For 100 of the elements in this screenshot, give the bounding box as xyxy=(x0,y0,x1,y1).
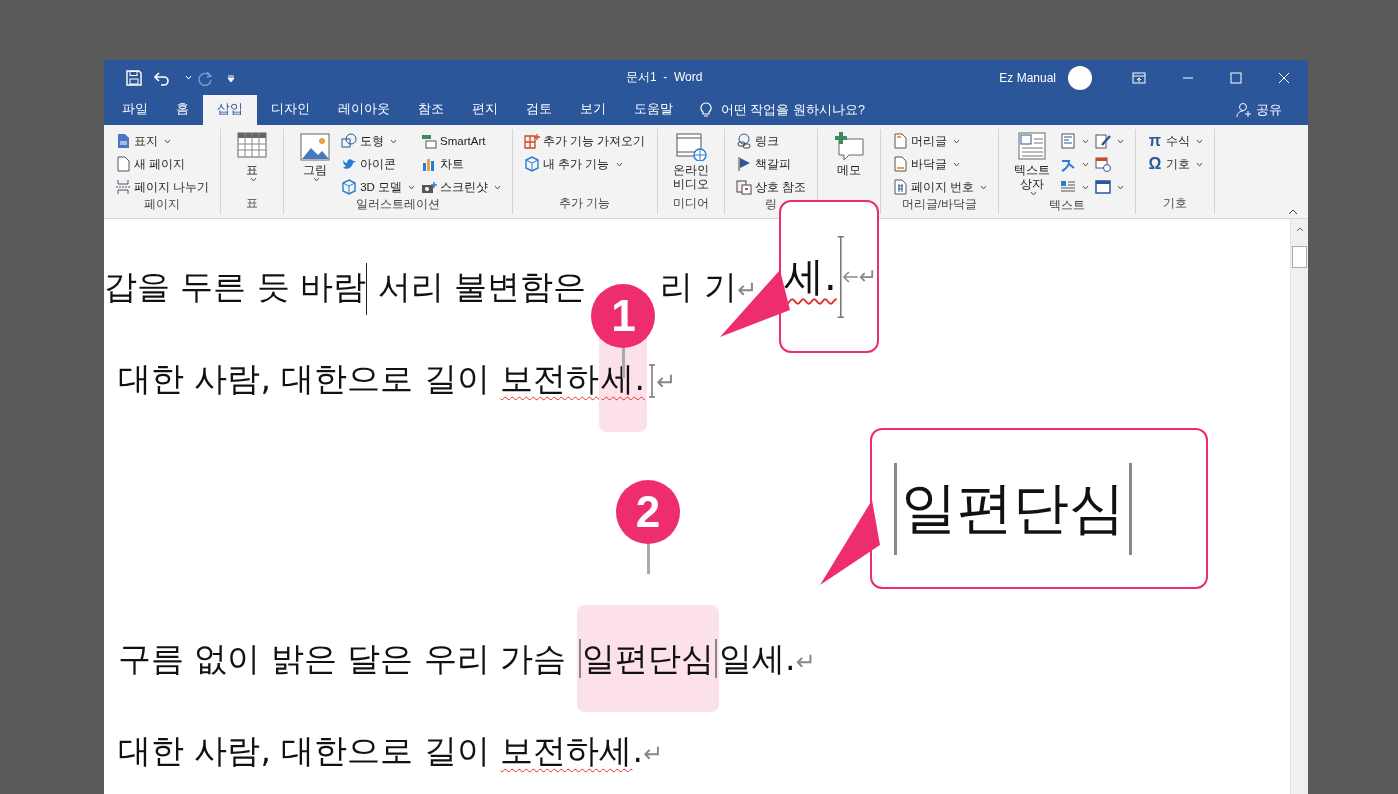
ribbon-button[interactable]: 페이지 나누기 xyxy=(115,177,210,197)
person-plus-icon xyxy=(1236,102,1252,118)
page-icon xyxy=(115,133,131,149)
ribbon-button[interactable]: 내 추가 기능 xyxy=(524,154,646,174)
smartart-icon xyxy=(421,133,438,149)
body-text: . xyxy=(632,731,643,770)
window-icon xyxy=(1094,179,1111,195)
ribbon-button[interactable] xyxy=(1094,131,1124,151)
caret-icon xyxy=(1195,138,1203,144)
ribbon-tab[interactable]: 디자인 xyxy=(257,95,324,125)
group-label: 기호 xyxy=(1161,196,1188,211)
ribbon-button[interactable]: 온라인 비디오 xyxy=(668,129,713,196)
group-label: 표 xyxy=(245,196,260,211)
leader-line xyxy=(646,544,650,574)
ribbon-button[interactable]: 머리글 xyxy=(891,131,987,151)
group-label: 추가 기능 xyxy=(558,196,612,211)
caret-icon xyxy=(164,138,171,144)
text-box-icon xyxy=(1015,131,1048,161)
ribbon-button[interactable] xyxy=(1094,177,1124,197)
ribbon-button[interactable]: 텍스트 상자 xyxy=(1009,129,1054,198)
scroll-bar[interactable] xyxy=(1290,219,1308,794)
ribbon-tab[interactable]: 참조 xyxy=(404,95,458,125)
ribbon-button[interactable]: 추가 기능 가져오기 xyxy=(524,131,646,151)
ribbon-tab[interactable]: 도움말 xyxy=(620,95,687,125)
share-button[interactable]: 공유 xyxy=(1236,95,1282,125)
body-text: 대한 사람, 대한으로 길이 xyxy=(118,731,491,770)
grid-plus-icon xyxy=(524,133,541,149)
ribbon-tab[interactable]: 레이아웃 xyxy=(324,95,404,125)
maximize-icon xyxy=(1230,71,1242,84)
body-text: 보전하세 xyxy=(500,731,633,770)
caret-icon xyxy=(185,75,192,80)
ribbon-button[interactable]: 책갈피 xyxy=(735,154,806,174)
collapse-icon xyxy=(1288,209,1298,215)
header-icon xyxy=(891,133,908,149)
avatar[interactable] xyxy=(1068,65,1092,90)
ribbon-button[interactable]: 바닥글 xyxy=(891,154,987,174)
ribbon-button[interactable]: 새 페이지 xyxy=(115,154,210,174)
ribbon-button[interactable]: π 수식 xyxy=(1146,131,1203,151)
flag-icon xyxy=(735,156,752,172)
ribbon-button[interactable]: 메모 xyxy=(828,129,869,196)
table-icon xyxy=(236,131,269,161)
ribbon-button[interactable]: 링크 xyxy=(735,131,806,151)
shapes-icon xyxy=(341,133,358,149)
body-text: 서리 불변함은 xyxy=(376,267,587,306)
paragraph-mark: ↵ xyxy=(858,263,877,290)
ribbon-button[interactable]: Ω 기호 xyxy=(1146,154,1203,174)
customize-icon xyxy=(226,72,236,83)
body-text: 갑을 두른 듯 바람 xyxy=(104,267,367,306)
ribbon-button[interactable]: 스크린샷 xyxy=(421,177,502,197)
picture-icon xyxy=(299,131,332,161)
caret-icon xyxy=(952,138,960,144)
scroll-thumb[interactable] xyxy=(1292,246,1307,268)
magnified-text: 세. xyxy=(784,252,837,301)
window-title: 문서1 - Word xyxy=(626,69,704,86)
ribbon-tab[interactable]: 보기 xyxy=(566,95,620,125)
ribbon-tab[interactable]: 홈 xyxy=(162,95,203,125)
ribbon-button[interactable]: 표 xyxy=(232,129,273,196)
group-label: 텍스트 xyxy=(1047,198,1086,213)
caret-icon xyxy=(408,184,416,190)
ribbon-tab[interactable]: 검토 xyxy=(512,95,566,125)
ribbon-button[interactable]: 페이지 번호 xyxy=(891,177,987,197)
caret-icon xyxy=(1081,184,1089,190)
ribbon-button[interactable]: 도형 xyxy=(341,131,416,151)
ribbon-button[interactable]: 아이콘 xyxy=(341,154,416,174)
ribbon-tab[interactable]: 삽입 xyxy=(203,95,257,125)
scroll-up-icon xyxy=(1295,227,1304,232)
magnified-text: 일편단심 xyxy=(894,462,1132,555)
caret-icon xyxy=(494,184,502,190)
ribbon-button[interactable]: SmartArt xyxy=(421,131,502,151)
paragraph-mark: ↵ xyxy=(642,740,664,768)
ribbon-button[interactable]: 표지 xyxy=(115,131,210,151)
body-text: 대한 사람, 대한으로 길이 xyxy=(118,359,491,398)
bird-icon xyxy=(341,156,358,172)
cube-icon xyxy=(341,179,358,195)
caret-icon xyxy=(390,138,398,144)
drop-cap-icon xyxy=(1059,179,1076,195)
caret-icon xyxy=(615,161,623,167)
ribbon-tab[interactable]: 파일 xyxy=(104,95,162,125)
camera-icon xyxy=(421,179,438,195)
caret-icon xyxy=(1081,138,1089,144)
page-break-icon xyxy=(115,179,131,195)
caret-icon xyxy=(1116,138,1124,144)
body-text: 보전하 xyxy=(500,359,600,398)
calendar-clock-icon xyxy=(1094,156,1111,172)
paragraph-mark: ↵ xyxy=(736,276,758,304)
caret-icon xyxy=(1116,184,1124,190)
page-icon xyxy=(115,156,131,172)
ribbon-tab[interactable]: 편지 xyxy=(458,95,512,125)
caret-icon xyxy=(979,184,987,190)
ribbon-button[interactable]: 3D 모델 xyxy=(341,177,416,197)
close-icon xyxy=(1278,71,1290,84)
ribbon-button[interactable]: 상호 참조 xyxy=(735,177,806,197)
lightbulb-icon xyxy=(699,102,713,118)
caret-icon xyxy=(1081,161,1089,167)
tell-me-field[interactable]: 어떤 작업을 원하시나요? xyxy=(719,102,903,118)
ribbon-button[interactable]: 차트 xyxy=(421,154,502,174)
ribbon-button[interactable]: 그림 xyxy=(295,129,336,197)
caret-icon xyxy=(250,177,258,182)
group-label: 링 xyxy=(763,197,778,212)
highlighted-text: 일편단심 xyxy=(576,605,719,712)
